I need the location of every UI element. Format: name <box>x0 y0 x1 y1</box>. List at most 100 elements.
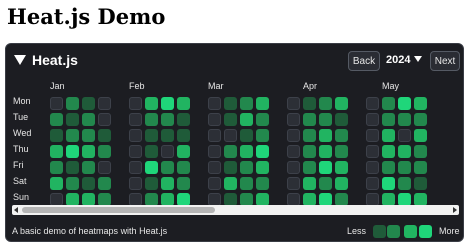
heatmap-cell[interactable] <box>98 113 111 126</box>
heatmap-cell[interactable] <box>382 145 395 158</box>
heatmap-cell[interactable] <box>82 129 95 142</box>
heatmap-cell[interactable] <box>319 129 332 142</box>
heatmap-cell[interactable] <box>240 177 253 190</box>
heatmap-cell[interactable] <box>145 177 158 190</box>
heatmap-cell[interactable] <box>414 161 427 174</box>
heatmap-cell[interactable] <box>224 177 237 190</box>
heatmap-cell[interactable] <box>177 129 190 142</box>
heatmap-cell[interactable] <box>240 129 253 142</box>
heatmap-cell[interactable] <box>129 97 142 110</box>
heatmap-cell[interactable] <box>177 97 190 110</box>
heatmap-cell[interactable] <box>303 113 316 126</box>
heatmap-cell[interactable] <box>303 177 316 190</box>
heatmap-cell[interactable] <box>98 97 111 110</box>
heatmap-cell[interactable] <box>224 161 237 174</box>
heatmap-cell[interactable] <box>161 145 174 158</box>
heatmap-cell[interactable] <box>161 129 174 142</box>
heatmap-cell[interactable] <box>303 129 316 142</box>
next-button[interactable]: Next <box>430 51 460 71</box>
heatmap-cell[interactable] <box>335 161 348 174</box>
heatmap-cell[interactable] <box>129 113 142 126</box>
heatmap-cell[interactable] <box>335 177 348 190</box>
heatmap-cell[interactable] <box>50 97 63 110</box>
heatmap-cell[interactable] <box>50 145 63 158</box>
heatmap-cell[interactable] <box>208 113 221 126</box>
heatmap-cell[interactable] <box>303 161 316 174</box>
scroll-right-arrow-icon[interactable] <box>453 207 457 213</box>
heatmap-cell[interactable] <box>145 145 158 158</box>
heatmap-cell[interactable] <box>382 97 395 110</box>
heatmap-cell[interactable] <box>287 145 300 158</box>
heatmap-cell[interactable] <box>287 161 300 174</box>
heatmap-cell[interactable] <box>82 177 95 190</box>
heatmap-cell[interactable] <box>50 129 63 142</box>
heatmap-cell[interactable] <box>366 97 379 110</box>
heatmap-cell[interactable] <box>366 145 379 158</box>
heatmap-cell[interactable] <box>98 177 111 190</box>
heatmap-cell[interactable] <box>240 97 253 110</box>
heatmap-cell[interactable] <box>66 145 79 158</box>
heatmap-cell[interactable] <box>177 177 190 190</box>
heatmap-cell[interactable] <box>414 129 427 142</box>
heatmap-cell[interactable] <box>208 145 221 158</box>
heatmap-cell[interactable] <box>98 129 111 142</box>
heatmap-cell[interactable] <box>398 97 411 110</box>
horizontal-scrollbar[interactable] <box>12 205 459 215</box>
heatmap-cell[interactable] <box>177 113 190 126</box>
heatmap-cell[interactable] <box>382 129 395 142</box>
year-dropdown[interactable]: 2024 <box>386 54 423 66</box>
heatmap-cell[interactable] <box>319 177 332 190</box>
heatmap-cell[interactable] <box>287 97 300 110</box>
heatmap-cell[interactable] <box>319 113 332 126</box>
heatmap-cell[interactable] <box>66 177 79 190</box>
heatmap-cell[interactable] <box>161 161 174 174</box>
heatmap-cell[interactable] <box>145 97 158 110</box>
heatmap-cell[interactable] <box>366 113 379 126</box>
heatmap-cell[interactable] <box>145 113 158 126</box>
heatmap-cell[interactable] <box>98 161 111 174</box>
back-button[interactable]: Back <box>348 51 380 71</box>
heatmap-cell[interactable] <box>303 145 316 158</box>
heatmap-cell[interactable] <box>177 145 190 158</box>
heatmap-cell[interactable] <box>66 161 79 174</box>
heatmap-cell[interactable] <box>335 145 348 158</box>
scrollbar-thumb[interactable] <box>22 207 215 213</box>
heatmap-cell[interactable] <box>382 177 395 190</box>
heatmap-cell[interactable] <box>66 113 79 126</box>
heatmap-cell[interactable] <box>224 97 237 110</box>
heatmap-cell[interactable] <box>50 177 63 190</box>
heatmap-cell[interactable] <box>240 145 253 158</box>
heatmap-cell[interactable] <box>208 161 221 174</box>
heatmap-cell[interactable] <box>145 129 158 142</box>
heatmap-cell[interactable] <box>129 177 142 190</box>
heatmap-cell[interactable] <box>319 97 332 110</box>
heatmap-cell[interactable] <box>66 129 79 142</box>
heatmap-cell[interactable] <box>319 161 332 174</box>
heatmap-cell[interactable] <box>50 113 63 126</box>
heatmap-cell[interactable] <box>366 177 379 190</box>
heatmap-cell[interactable] <box>82 113 95 126</box>
heatmap-cell[interactable] <box>287 177 300 190</box>
heatmap-cell[interactable] <box>129 145 142 158</box>
heatmap-cell[interactable] <box>335 129 348 142</box>
heatmap-cell[interactable] <box>335 97 348 110</box>
heatmap-cell[interactable] <box>98 145 111 158</box>
heatmap-cell[interactable] <box>303 97 316 110</box>
heatmap-cell[interactable] <box>129 161 142 174</box>
heatmap-cell[interactable] <box>82 145 95 158</box>
heatmap-cell[interactable] <box>287 129 300 142</box>
heatmap-cell[interactable] <box>50 161 63 174</box>
heatmap-cell[interactable] <box>398 177 411 190</box>
heatmap-cell[interactable] <box>256 129 269 142</box>
heatmap-cell[interactable] <box>208 129 221 142</box>
heatmap-cell[interactable] <box>366 161 379 174</box>
heatmap-cell[interactable] <box>161 177 174 190</box>
scroll-left-arrow-icon[interactable] <box>14 207 18 213</box>
heatmap-cell[interactable] <box>224 145 237 158</box>
heatmap-cell[interactable] <box>240 161 253 174</box>
heatmap-cell[interactable] <box>256 161 269 174</box>
heatmap-cell[interactable] <box>161 113 174 126</box>
heatmap-cell[interactable] <box>287 113 300 126</box>
heatmap-cell[interactable] <box>161 97 174 110</box>
heatmap-cell[interactable] <box>414 97 427 110</box>
